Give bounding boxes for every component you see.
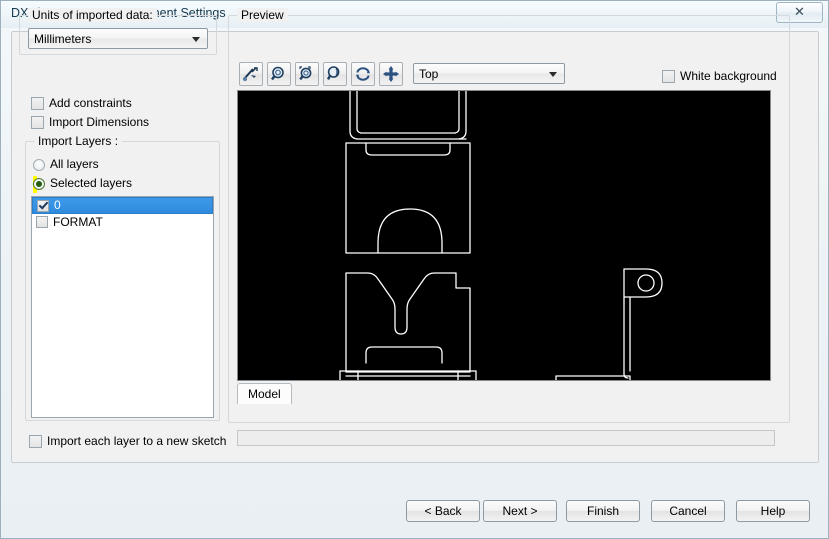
units-value: Millimeters — [34, 32, 92, 46]
white-background-label: White background — [680, 69, 777, 83]
zoom-to-fit-icon-button[interactable] — [323, 62, 347, 86]
preview-tabstrip: Model — [237, 383, 771, 405]
help-button[interactable]: Help — [736, 500, 810, 522]
zoom-to-selection-icon-button[interactable] — [239, 62, 263, 86]
units-group: Units of imported data: Millimeters — [19, 8, 217, 55]
radio-selected-layers[interactable]: Selected layers — [33, 176, 132, 193]
view-orientation-combobox[interactable]: Top — [413, 63, 565, 84]
pan-icon-button[interactable] — [379, 62, 403, 86]
chevron-down-icon — [192, 37, 200, 42]
layer-checkbox[interactable] — [37, 200, 49, 212]
zoom-to-area-icon — [299, 66, 312, 81]
rotate-icon — [356, 67, 370, 81]
dxf-import-dialog: DXF/DWG Import - Document Settings ✕ Uni… — [0, 0, 829, 539]
zoom-in-icon-button[interactable] — [267, 62, 291, 86]
import-each-layer-label: Import each layer to a new sketch — [47, 434, 227, 448]
import-dimensions-label: Import Dimensions — [49, 115, 150, 129]
checkbox-box — [31, 116, 44, 129]
all-layers-label: All layers — [50, 157, 99, 171]
list-item[interactable]: 0 — [32, 197, 213, 214]
cad-preview-drawing — [339, 91, 663, 380]
preview-canvas[interactable] — [237, 90, 771, 381]
layer-listbox[interactable]: 0 FORMAT — [31, 196, 214, 418]
preview-legend: Preview — [237, 8, 288, 22]
checkbox-box — [662, 70, 675, 83]
checkbox-box — [31, 97, 44, 110]
checkbox-box — [29, 435, 42, 448]
layer-checkbox[interactable] — [36, 216, 48, 228]
chevron-down-icon — [549, 72, 557, 77]
next-button[interactable]: Next > — [483, 500, 557, 522]
zoom-in-icon — [271, 66, 284, 81]
zoom-to-fit-icon — [326, 66, 340, 80]
selected-layers-label: Selected layers — [50, 176, 133, 190]
back-button[interactable]: < Back — [406, 500, 480, 522]
cancel-button[interactable]: Cancel — [651, 500, 725, 522]
zoom-to-area-icon-button[interactable] — [295, 62, 319, 86]
units-legend: Units of imported data: — [28, 8, 157, 22]
layer-name: FORMAT — [53, 215, 103, 229]
import-layers-legend: Import Layers : — [34, 134, 123, 148]
add-constraints-label: Add constraints — [49, 96, 132, 110]
pan-icon — [383, 66, 399, 82]
radio-indicator — [33, 178, 45, 190]
zoom-to-selection-icon — [242, 67, 258, 82]
tab-model[interactable]: Model — [237, 383, 292, 404]
layer-name: 0 — [54, 198, 61, 212]
units-combobox[interactable]: Millimeters — [28, 28, 208, 49]
progress-bar — [237, 430, 775, 446]
finish-button[interactable]: Finish — [566, 500, 640, 522]
radio-indicator — [33, 159, 45, 171]
preview-toolbar — [239, 62, 407, 86]
rotate-icon-button[interactable] — [351, 62, 375, 86]
list-item[interactable]: FORMAT — [32, 214, 213, 230]
view-orientation-value: Top — [419, 67, 439, 81]
